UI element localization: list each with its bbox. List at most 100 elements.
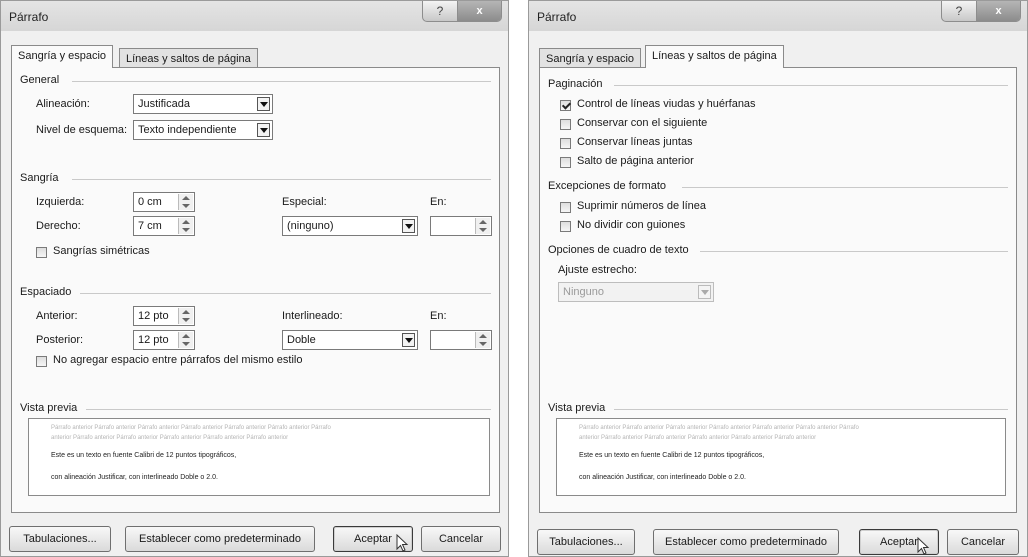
suppress-line-numbers-label[interactable]: Suprimir números de línea <box>577 200 706 212</box>
page-break-before-checkbox[interactable] <box>560 157 571 168</box>
preview-previous-text: Párrafo anterior Párrafo anterior Párraf… <box>51 425 331 431</box>
indent-left-spinner[interactable]: 0 cm <box>133 192 195 212</box>
spin-arrows-icon[interactable] <box>475 218 490 234</box>
line-spacing-label: Interlineado: <box>282 310 343 322</box>
preview-previous-text: anterior Párrafo anterior Párrafo anteri… <box>51 435 289 441</box>
spin-arrows-icon[interactable] <box>178 332 193 348</box>
keep-with-next-checkbox[interactable] <box>560 119 571 130</box>
alignment-select[interactable]: Justificada <box>133 94 273 114</box>
chevron-down-icon[interactable] <box>257 97 270 111</box>
spacing-after-value: 12 pto <box>138 334 169 346</box>
spin-arrows-icon[interactable] <box>178 218 193 234</box>
line-spacing-at-label: En: <box>430 310 447 322</box>
keep-lines-together-label[interactable]: Conservar líneas juntas <box>577 136 693 148</box>
spacing-before-label: Anterior: <box>36 310 78 322</box>
preview-sample-text: Este es un texto en fuente Calibri de 12… <box>579 452 765 459</box>
chevron-down-icon <box>698 285 711 299</box>
spin-arrows-icon[interactable] <box>178 194 193 210</box>
indent-right-value: 7 cm <box>138 220 162 232</box>
section-preview: Vista previa <box>20 402 78 414</box>
line-spacing-at-spinner[interactable] <box>430 330 492 350</box>
chevron-down-icon[interactable] <box>402 219 415 233</box>
no-space-same-style-checkbox[interactable] <box>36 356 47 367</box>
section-spacing: Espaciado <box>20 286 72 298</box>
spacing-after-label: Posterior: <box>36 334 84 346</box>
indent-left-value: 0 cm <box>138 196 162 208</box>
divider <box>80 293 491 294</box>
mirror-indents-label[interactable]: Sangrías simétricas <box>53 245 150 257</box>
paragraph-dialog-indent: Párrafo ? x Sangría y espacio Líneas y s… <box>0 0 509 557</box>
section-textbox-options: Opciones de cuadro de texto <box>548 244 689 256</box>
close-icon[interactable]: x <box>458 1 501 21</box>
dont-hyphenate-checkbox[interactable] <box>560 221 571 232</box>
special-value: (ninguno) <box>287 220 334 232</box>
preview-sample-text: Este es un texto en fuente Calibri de 12… <box>51 452 237 459</box>
divider <box>72 81 491 82</box>
indent-right-spinner[interactable]: 7 cm <box>133 216 195 236</box>
help-icon[interactable]: ? <box>942 1 977 21</box>
section-pagination: Paginación <box>548 78 603 90</box>
special-label: Especial: <box>282 196 327 208</box>
cancel-button[interactable]: Cancelar <box>947 529 1019 555</box>
outline-level-value: Texto independiente <box>138 124 237 136</box>
preview-previous-text: Párrafo anterior Párrafo anterior Párraf… <box>579 425 859 431</box>
tab-line-page-breaks[interactable]: Líneas y saltos de página <box>119 48 258 68</box>
section-format-exceptions: Excepciones de formato <box>548 180 667 192</box>
indent-left-label: Izquierda: <box>36 196 85 208</box>
line-spacing-select[interactable]: Doble <box>282 330 418 350</box>
section-preview: Vista previa <box>548 402 606 414</box>
indent-by-label: En: <box>430 196 447 208</box>
title-bar[interactable]: Párrafo ? x <box>1 1 508 31</box>
indent-right-label: Derecho: <box>36 220 81 232</box>
alignment-value: Justificada <box>138 98 190 110</box>
tight-wrap-label: Ajuste estrecho: <box>558 264 637 276</box>
spacing-before-spinner[interactable]: 12 pto <box>133 306 195 326</box>
no-space-same-style-label[interactable]: No agregar espacio entre párrafos del mi… <box>53 354 302 366</box>
set-as-default-button[interactable]: Establecer como predeterminado <box>125 526 315 552</box>
spin-arrows-icon[interactable] <box>178 308 193 324</box>
outline-level-select[interactable]: Texto independiente <box>133 120 273 140</box>
chevron-down-icon[interactable] <box>257 123 270 137</box>
tight-wrap-value: Ninguno <box>563 286 604 298</box>
preview-box: Párrafo anterior Párrafo anterior Párraf… <box>556 418 1006 496</box>
indent-by-spinner[interactable] <box>430 216 492 236</box>
divider <box>614 409 1008 410</box>
set-as-default-button[interactable]: Establecer como predeterminado <box>653 529 839 555</box>
widow-orphan-control-label[interactable]: Control de líneas viudas y huérfanas <box>577 98 756 110</box>
section-indent: Sangría <box>20 172 59 184</box>
special-select[interactable]: (ninguno) <box>282 216 418 236</box>
mirror-indents-checkbox[interactable] <box>36 247 47 258</box>
mouse-pointer-icon <box>396 534 409 552</box>
title-bar[interactable]: Párrafo ? x <box>529 1 1027 31</box>
keep-with-next-label[interactable]: Conservar con el siguiente <box>577 117 707 129</box>
paragraph-dialog-line-breaks: Párrafo ? x Sangría y espacio Líneas y s… <box>528 0 1028 557</box>
tabs-button[interactable]: Tabulaciones... <box>9 526 111 552</box>
dialog-title: Párrafo <box>9 10 49 24</box>
widow-orphan-control-checkbox[interactable] <box>560 100 571 111</box>
divider <box>86 409 491 410</box>
close-icon[interactable]: x <box>977 1 1020 21</box>
dont-hyphenate-label[interactable]: No dividir con guiones <box>577 219 685 231</box>
chevron-down-icon[interactable] <box>402 333 415 347</box>
keep-lines-together-checkbox[interactable] <box>560 138 571 149</box>
tab-panel: Paginación Control de líneas viudas y hu… <box>539 67 1017 513</box>
outline-level-label: Nivel de esquema: <box>36 124 128 136</box>
divider <box>682 187 1008 188</box>
help-icon[interactable]: ? <box>423 1 458 21</box>
spacing-before-value: 12 pto <box>138 310 169 322</box>
cancel-button[interactable]: Cancelar <box>421 526 501 552</box>
tab-indent-spacing[interactable]: Sangría y espacio <box>539 48 642 68</box>
preview-previous-text: anterior Párrafo anterior Párrafo anteri… <box>579 435 817 441</box>
tab-indent-spacing[interactable]: Sangría y espacio <box>11 45 114 68</box>
page-break-before-label[interactable]: Salto de página anterior <box>577 155 694 167</box>
suppress-line-numbers-checkbox[interactable] <box>560 202 571 213</box>
spacing-after-spinner[interactable]: 12 pto <box>133 330 195 350</box>
tight-wrap-select: Ninguno <box>558 282 714 302</box>
tab-line-page-breaks[interactable]: Líneas y saltos de página <box>645 45 784 68</box>
preview-sample-text: con alineación Justificar, con interline… <box>579 474 746 481</box>
spin-arrows-icon[interactable] <box>475 332 490 348</box>
section-general: General <box>20 74 60 86</box>
mouse-pointer-icon <box>917 537 930 555</box>
divider <box>700 251 1008 252</box>
tabs-button[interactable]: Tabulaciones... <box>537 529 635 555</box>
